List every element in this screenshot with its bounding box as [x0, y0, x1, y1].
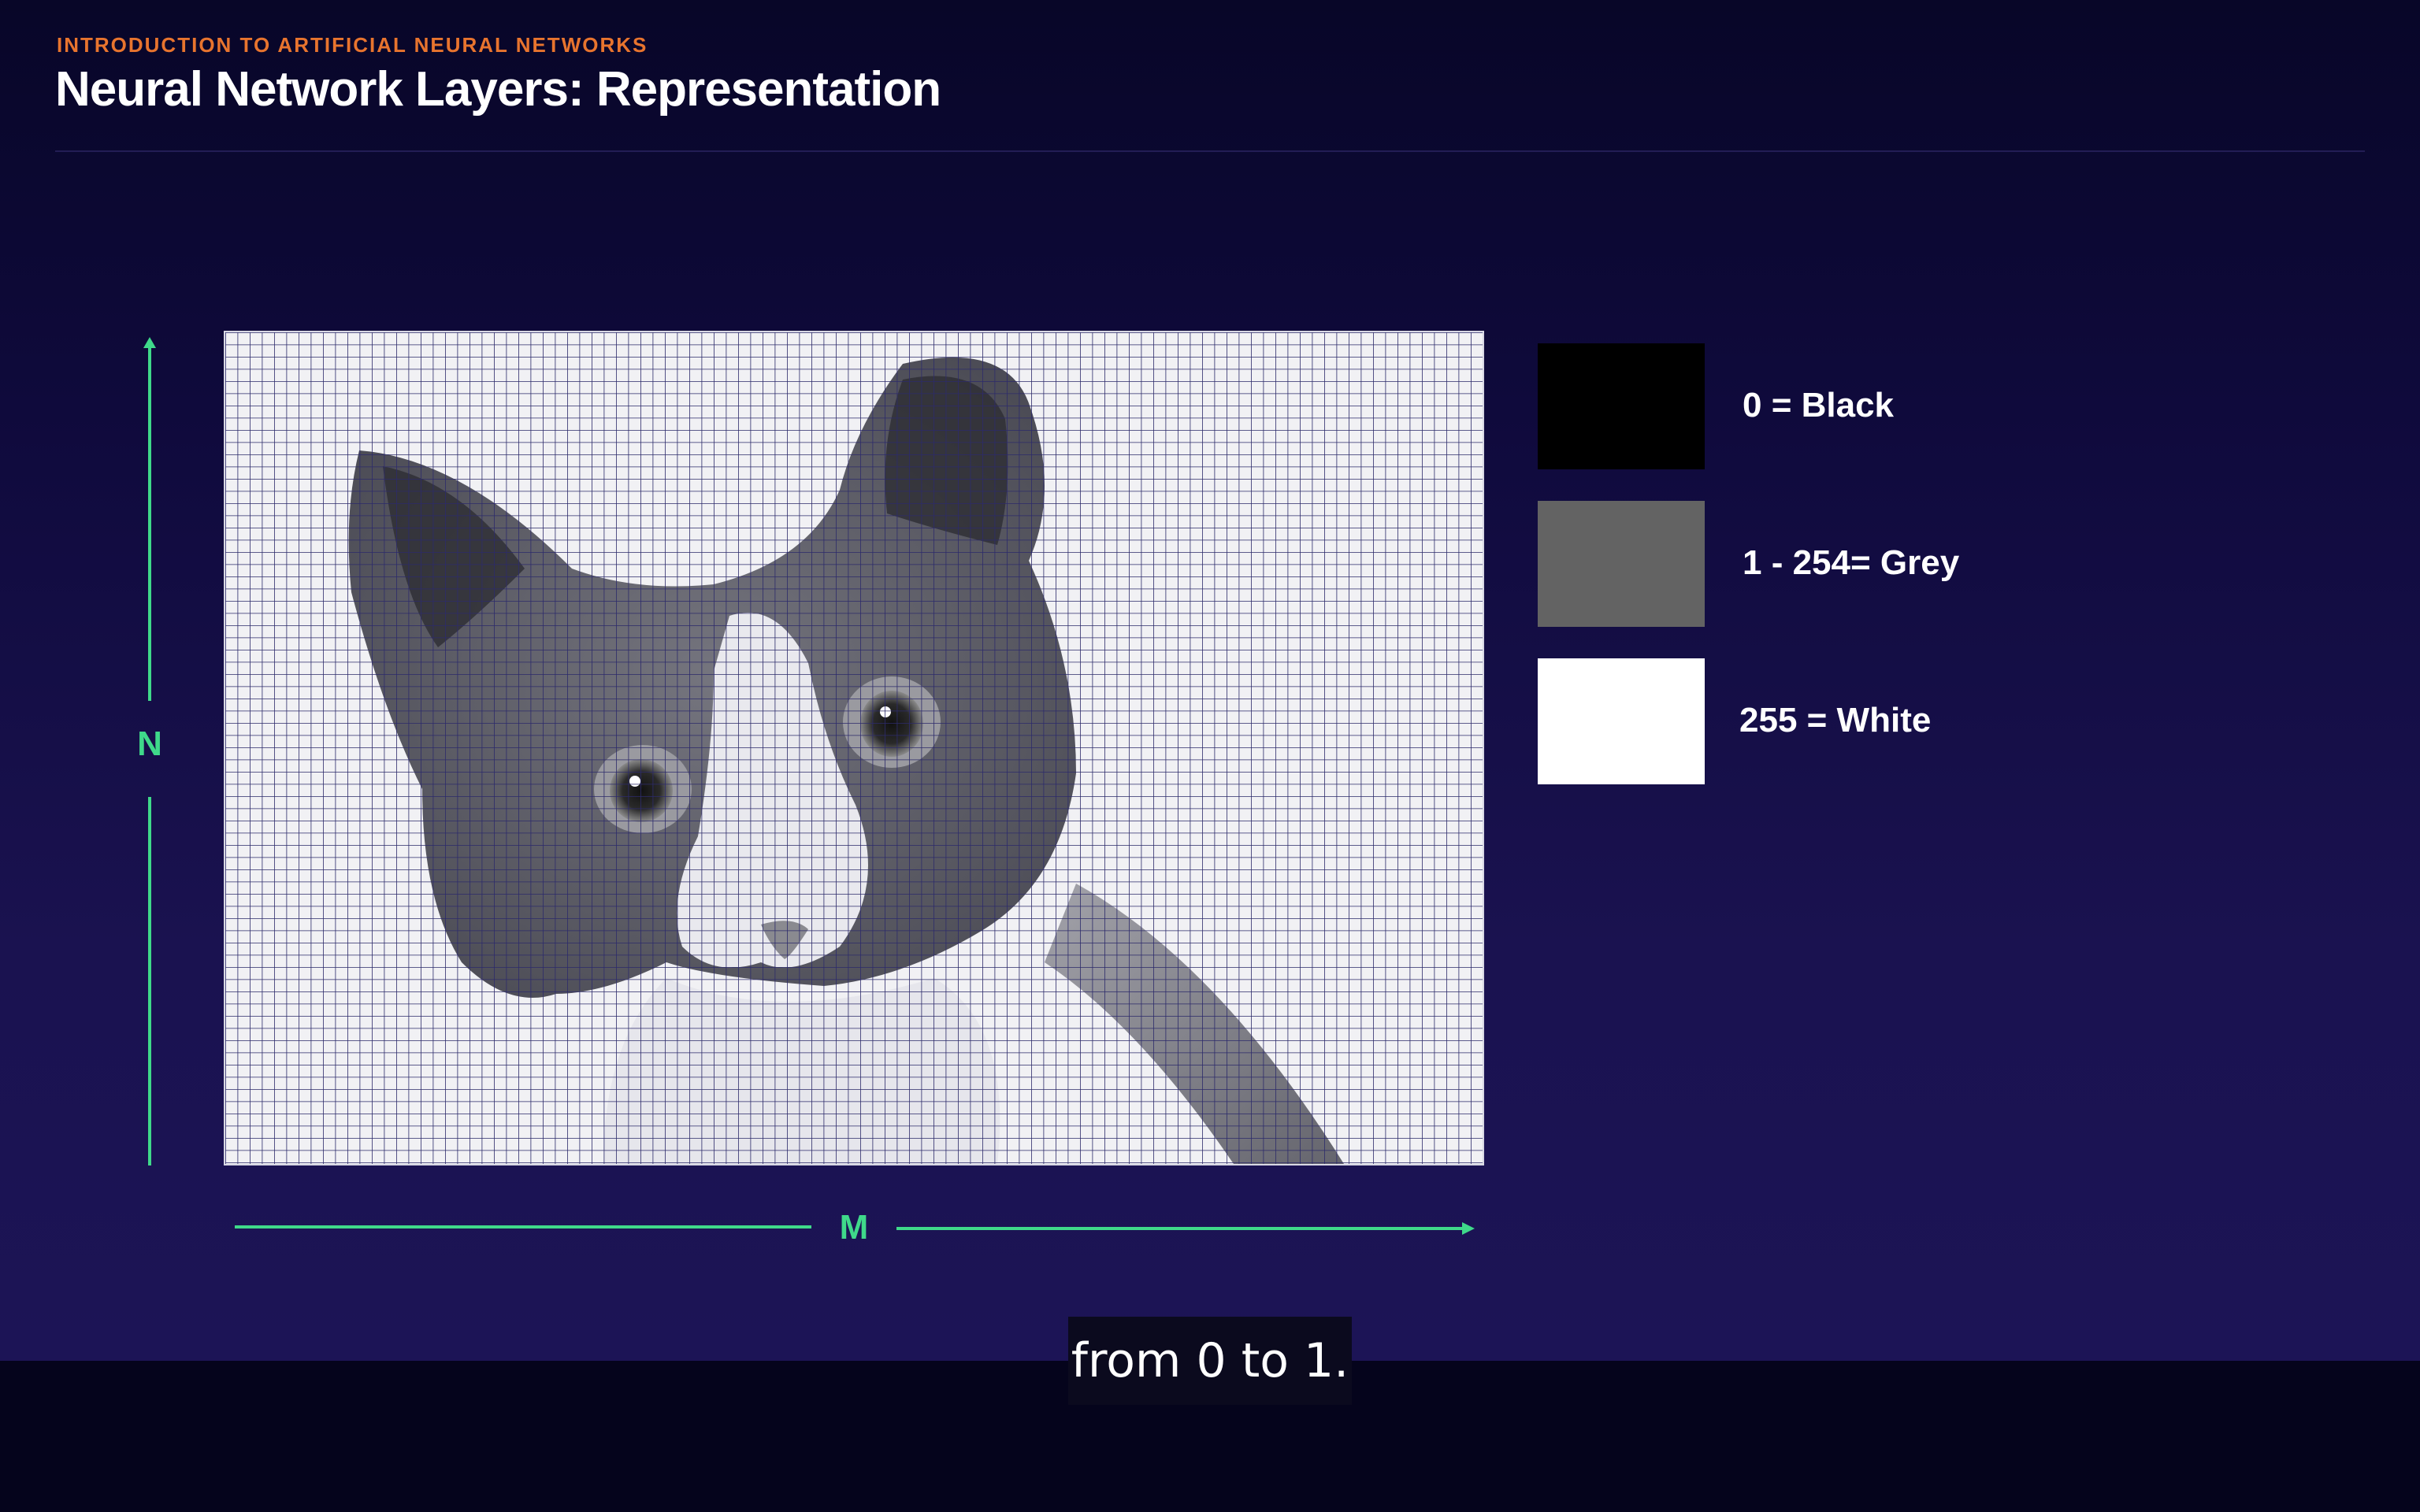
n-axis: N	[118, 331, 181, 1166]
cat-pixel-grid-image	[224, 331, 1484, 1166]
cat-image	[225, 332, 1483, 1164]
grey-label: 1 - 254= Grey	[1743, 543, 1960, 582]
course-kicker: INTRODUCTION TO ARTIFICIAL NEURAL NETWOR…	[57, 33, 648, 57]
white-swatch	[1538, 658, 1705, 784]
slide: INTRODUCTION TO ARTIFICIAL NEURAL NETWOR…	[0, 0, 2420, 1361]
white-label: 255 = White	[1739, 701, 1932, 739]
slide-title: Neural Network Layers: Representation	[55, 62, 941, 117]
black-label: 0 = Black	[1743, 386, 1895, 424]
title-divider	[55, 150, 2365, 152]
m-axis-label: M	[839, 1208, 869, 1247]
m-axis: M	[228, 1189, 1489, 1268]
subtitle-caption: from 0 to 1.	[1068, 1317, 1352, 1405]
black-swatch	[1538, 343, 1705, 469]
n-axis-label: N	[137, 724, 162, 763]
grey-swatch	[1538, 501, 1705, 627]
